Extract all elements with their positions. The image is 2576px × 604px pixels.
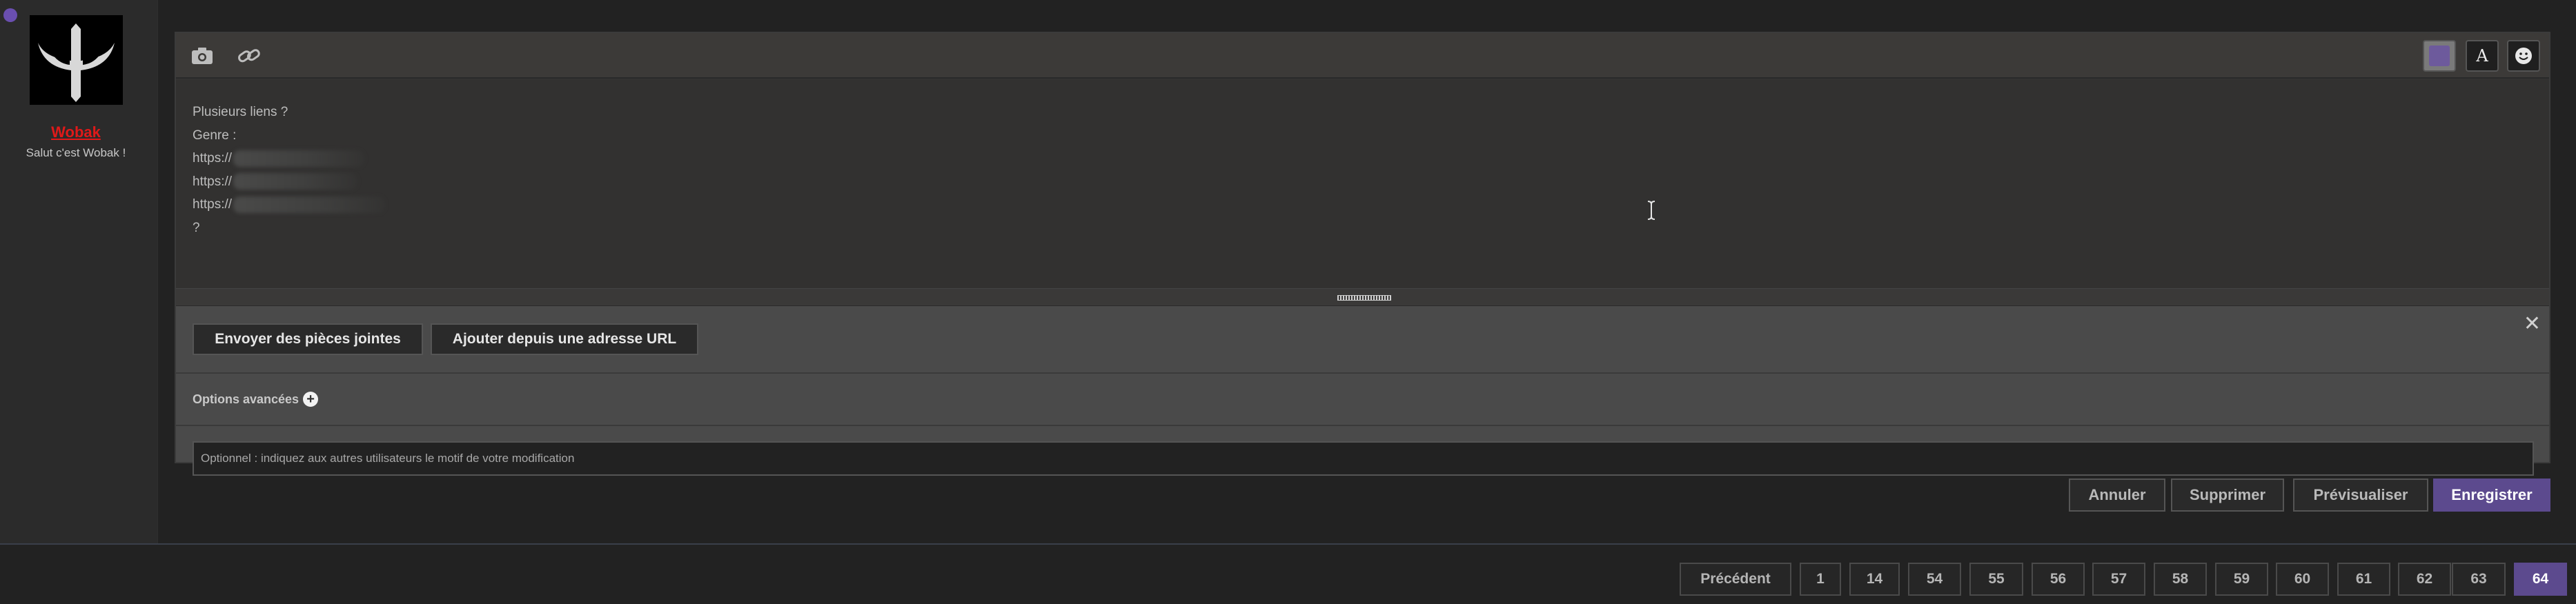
text-cursor-icon (1647, 201, 1655, 220)
text-line: https:// (193, 193, 2533, 217)
cancel-button[interactable]: Annuler (2069, 479, 2165, 512)
edit-reason-input[interactable] (193, 441, 2534, 476)
smiley-icon (2515, 48, 2532, 64)
message-textarea[interactable]: Plusieurs liens ? Genre : https:// https… (176, 80, 2549, 288)
close-icon[interactable]: ✕ (2524, 312, 2541, 336)
smiley-button[interactable] (2507, 40, 2540, 72)
text-line: ? (193, 220, 200, 235)
attachments-row: Envoyer des pièces jointes Ajouter depui… (176, 306, 2549, 374)
user-sidebar: Wobak Salut c'est Wobak ! (0, 0, 158, 543)
redacted-link (233, 173, 358, 190)
delete-button[interactable]: Supprimer (2171, 479, 2284, 512)
grip-icon (1337, 295, 1391, 301)
page-link[interactable]: 54 (1908, 563, 1961, 596)
preview-button[interactable]: Prévisualiser (2293, 479, 2428, 512)
advanced-options-row: Options avancées + (176, 374, 2549, 426)
page-link[interactable]: 63 (2452, 563, 2506, 596)
online-status-dot (3, 8, 17, 22)
page-link[interactable]: 60 (2276, 563, 2329, 596)
add-from-url-button[interactable]: Ajouter depuis une adresse URL (431, 323, 698, 355)
user-title: Salut c'est Wobak ! (26, 146, 126, 159)
advanced-options-toggle[interactable]: Options avancées + (193, 392, 319, 407)
text-color-button[interactable] (2423, 40, 2456, 72)
page-link[interactable]: 57 (2092, 563, 2145, 596)
text-line: Plusieurs liens ? (193, 105, 288, 119)
advanced-options-label: Options avancées (193, 392, 299, 406)
font-style-button[interactable]: A (2466, 40, 2499, 72)
username-link[interactable]: Wobak (0, 123, 152, 141)
page-link[interactable]: 55 (1969, 563, 2023, 596)
camera-icon[interactable] (190, 44, 215, 68)
plus-icon: + (303, 392, 319, 407)
page-link[interactable]: 58 (2154, 563, 2207, 596)
text-line: https:// (193, 170, 2533, 194)
page-link[interactable]: 61 (2337, 563, 2390, 596)
upload-attachments-button[interactable]: Envoyer des pièces jointes (193, 323, 423, 355)
editor-resize-handle[interactable] (176, 288, 2549, 306)
quake-logo-icon (30, 15, 123, 105)
message-editor: A Plusieurs liens ? Genre : https:// htt… (175, 32, 2550, 476)
divider (0, 543, 2576, 545)
page-link[interactable]: 1 (1800, 563, 1841, 596)
redacted-link (233, 150, 365, 167)
link-icon[interactable] (237, 44, 262, 68)
font-icon: A (2476, 46, 2488, 66)
editor-toolbar: A (176, 33, 2549, 79)
page-link[interactable]: 62 (2398, 563, 2451, 596)
page-current[interactable]: 64 (2514, 563, 2567, 596)
color-swatch (2429, 46, 2450, 66)
page-link[interactable]: 14 (1849, 563, 1900, 596)
avatar[interactable] (30, 15, 123, 105)
page-link[interactable]: 56 (2032, 563, 2085, 596)
edit-reason-row (176, 426, 2549, 476)
save-button[interactable]: Enregistrer (2433, 479, 2550, 512)
text-line: https:// (193, 147, 2533, 170)
page-link[interactable]: 59 (2215, 563, 2268, 596)
text-line: Genre : (193, 128, 237, 143)
page-prev-button[interactable]: Précédent (1680, 563, 1791, 596)
redacted-link (233, 196, 386, 213)
